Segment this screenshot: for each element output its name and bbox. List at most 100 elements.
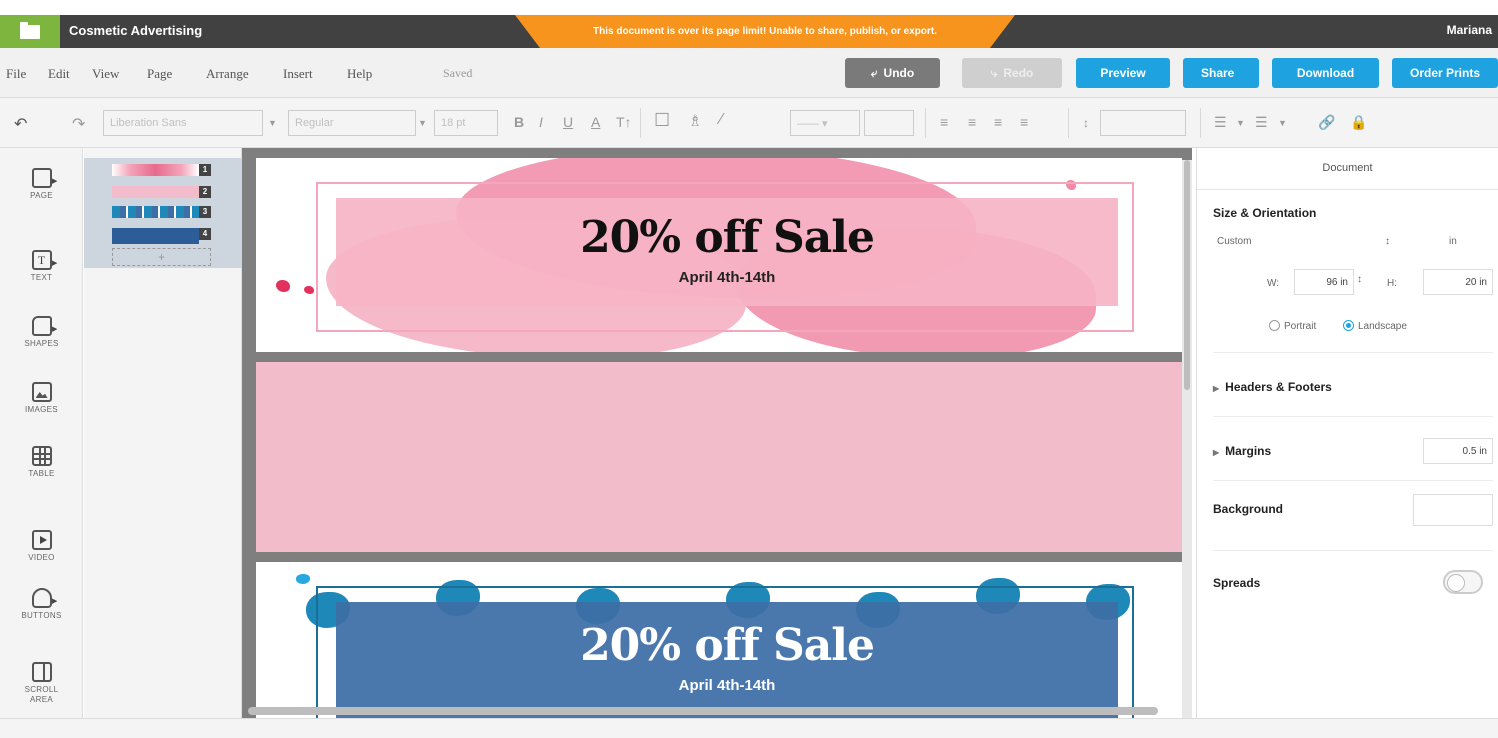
line-spacing-field[interactable] [1100,110,1186,136]
bold-icon[interactable]: B [514,114,524,130]
bullet-list-icon[interactable]: ☰ [1214,114,1227,131]
width-label: W: [1267,278,1280,289]
menu-file[interactable]: File [6,66,26,82]
line-color-icon[interactable]: ∕ [720,111,723,129]
chevron-down-icon[interactable]: ▼ [1278,118,1287,128]
spreads-label: Spreads [1213,576,1261,590]
chevron-down-icon[interactable]: ▼ [1236,118,1245,128]
radio-icon [1269,320,1280,331]
link-icon[interactable]: 🔗 [1318,114,1335,131]
margins-label: Margins [1225,444,1272,458]
app-logo[interactable] [0,15,60,48]
stepper-icon[interactable]: ↕ [1357,274,1362,285]
tool-shapes[interactable]: ▶ SHAPES [0,316,83,348]
tool-video[interactable]: VIDEO [0,530,83,562]
paint-drop [296,574,310,584]
font-size-select[interactable]: 18 pt [434,110,498,136]
height-field[interactable]: 20 in [1423,269,1493,295]
line-style-select[interactable]: —— ▾ [790,110,860,136]
font-weight-select[interactable]: Regular [288,110,416,136]
banner-text-box[interactable]: 20% off Sale April 4th-14th [336,602,1118,718]
fill-icon[interactable]: ♗ [688,111,702,131]
menu-help[interactable]: Help [347,66,372,82]
redo-label: Redo [1003,66,1034,80]
banner-page-2[interactable] [256,362,1182,552]
tool-buttons[interactable]: ▶ BUTTONS [0,588,83,620]
margins-field[interactable]: 0.5 in [1423,438,1493,464]
lock-icon[interactable]: 🔒 [1350,114,1367,131]
headers-footers-label: Headers & Footers [1225,380,1332,394]
user-name[interactable]: Mariana [1447,23,1492,37]
scrollbar-thumb[interactable] [1184,160,1190,390]
redo-button[interactable]: ⤷ Redo [962,58,1062,88]
landscape-radio[interactable]: Landscape [1343,320,1407,332]
tool-table[interactable]: TABLE [0,446,83,478]
page-thumbnails: 1 2 3 4 + [84,148,242,738]
size-preset-select[interactable]: Custom [1217,236,1251,247]
width-field[interactable]: 96 in [1294,269,1354,295]
align-justify-icon[interactable]: ≡ [1020,114,1028,130]
chevron-updown-icon[interactable]: ↕ [1385,236,1390,247]
align-center-icon[interactable]: ≡ [968,114,976,130]
horizontal-scrollbar[interactable] [248,707,1158,715]
thumbnail-page-1[interactable]: 1 [112,164,211,176]
text-color-icon[interactable]: A [591,114,600,130]
undo-arrow-icon[interactable]: ↶ [14,114,27,134]
line-width-field[interactable] [864,110,914,136]
banner-text-box[interactable]: 20% off Sale April 4th-14th [336,198,1118,306]
undo-icon: ⤶ [870,65,878,80]
page-number: 2 [199,186,211,198]
undo-button[interactable]: ⤶ Undo [845,58,940,88]
document-title[interactable]: Cosmetic Advertising [69,23,202,38]
size-orientation-heading: Size & Orientation [1213,206,1317,220]
tool-scroll-area[interactable]: SCROLL AREA [0,662,83,705]
banner-page-1[interactable]: 20% off Sale April 4th-14th [256,158,1182,352]
menu-insert[interactable]: Insert [283,66,313,82]
numbered-list-icon[interactable]: ☰ [1255,114,1268,131]
margins-toggle[interactable]: ▶ Margins [1213,444,1271,458]
menu-edit[interactable]: Edit [48,66,70,82]
menu-view[interactable]: View [92,66,119,82]
vertical-scrollbar[interactable] [1182,160,1192,718]
add-page-button[interactable]: + [112,248,211,266]
align-left-icon[interactable]: ≡ [940,114,948,130]
align-right-icon[interactable]: ≡ [994,114,1002,130]
divider [640,108,641,138]
menu-page[interactable]: Page [147,66,172,82]
tool-text[interactable]: ▶ TEXT [0,250,83,282]
order-prints-button[interactable]: Order Prints [1392,58,1498,88]
thumbnail-page-4[interactable]: 4 [112,228,211,244]
banner-headline[interactable]: 20% off Sale [580,620,875,671]
spreads-toggle[interactable] [1443,570,1483,594]
unit-select[interactable]: in [1449,236,1457,247]
editor-canvas[interactable]: 20% off Sale April 4th-14th 20% off Sale… [242,148,1192,718]
chevron-down-icon[interactable]: ▼ [418,118,427,128]
thumbnail-page-2[interactable]: 2 [112,186,211,198]
banner-date[interactable]: April 4th-14th [679,677,776,694]
italic-icon[interactable]: I [539,114,543,130]
border-icon[interactable]: ☐ [654,110,670,131]
chevron-down-icon[interactable]: ▼ [268,118,277,128]
font-family-select[interactable]: Liberation Sans [103,110,263,136]
line-spacing-icon[interactable]: ↕ [1083,116,1089,130]
hand-pointer-icon [31,588,52,608]
download-button[interactable]: Download [1272,58,1379,88]
headers-footers-toggle[interactable]: ▶ Headers & Footers [1213,380,1332,394]
tool-page[interactable]: ▶ PAGE [0,168,83,200]
banner-headline[interactable]: 20% off Sale [580,212,875,263]
thumbnail-page-3[interactable]: 3 [112,206,211,218]
preview-button[interactable]: Preview [1076,58,1170,88]
tool-images[interactable]: IMAGES [0,382,83,414]
portrait-radio[interactable]: Portrait [1269,320,1316,332]
background-color-picker[interactable] [1413,494,1493,526]
bottom-status-bar [0,718,1498,738]
banner-date[interactable]: April 4th-14th [679,269,776,286]
share-button[interactable]: Share [1183,58,1259,88]
underline-icon[interactable]: U [563,114,573,130]
menu-arrange[interactable]: Arrange [206,66,249,82]
title-bar: Cosmetic Advertising This document is ov… [0,15,1498,48]
redo-arrow-icon[interactable]: ↷ [72,114,85,134]
banner-page-3[interactable]: 20% off Sale April 4th-14th [256,562,1182,718]
text-size-icon[interactable]: T↑ [616,114,632,130]
undo-label: Undo [883,66,915,80]
